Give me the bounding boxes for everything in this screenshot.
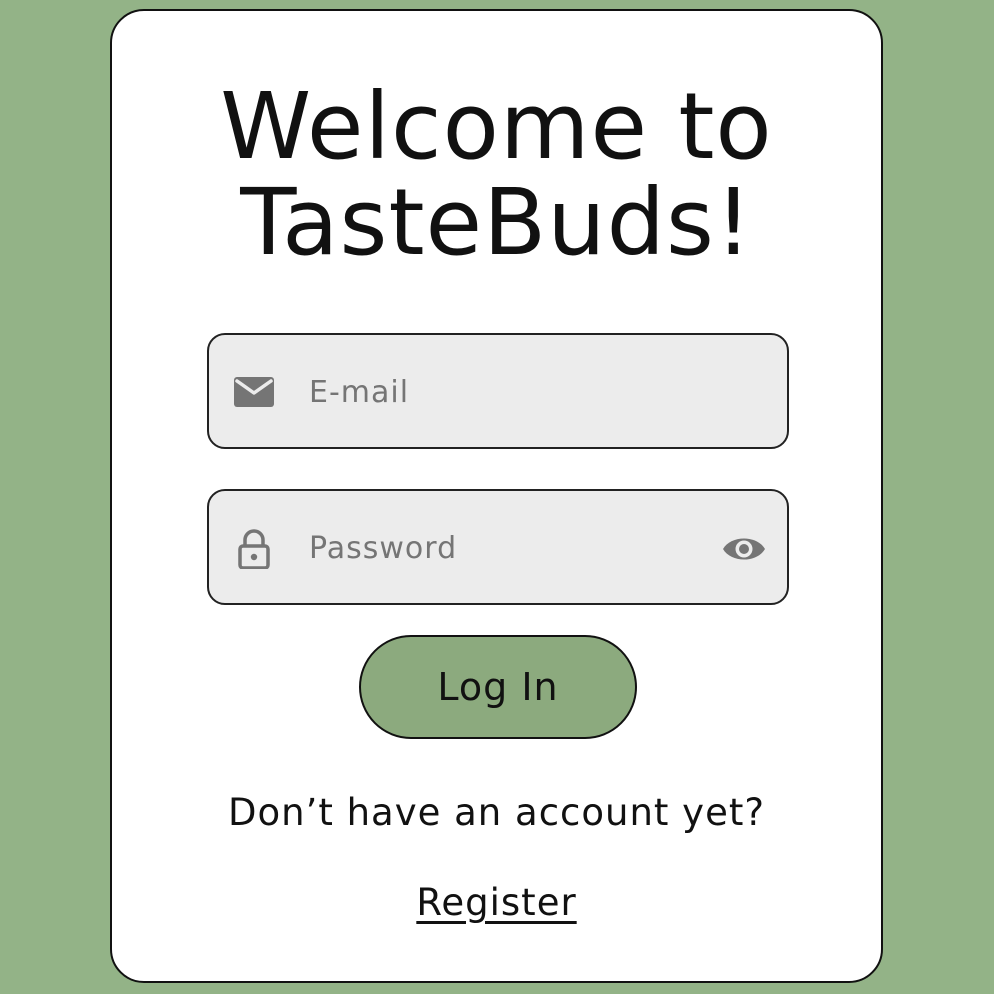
title-line-2: TasteBuds! xyxy=(240,169,753,276)
lock-icon xyxy=(238,529,270,569)
email-field[interactable] xyxy=(207,333,789,449)
page-title: Welcome to TasteBuds! xyxy=(112,79,881,271)
mail-icon xyxy=(234,377,274,407)
password-input[interactable] xyxy=(309,521,689,575)
title-line-1: Welcome to xyxy=(220,73,773,180)
password-field[interactable] xyxy=(207,489,789,605)
login-card: Welcome to TasteBuds! Log In Don’t have … xyxy=(110,9,883,983)
register-link[interactable]: Register xyxy=(416,881,576,924)
register-link-row: Register xyxy=(112,879,881,927)
no-account-prompt: Don’t have an account yet? xyxy=(227,791,765,834)
login-button[interactable]: Log In xyxy=(359,635,637,739)
email-input[interactable] xyxy=(309,365,689,419)
eye-icon[interactable] xyxy=(721,529,767,569)
